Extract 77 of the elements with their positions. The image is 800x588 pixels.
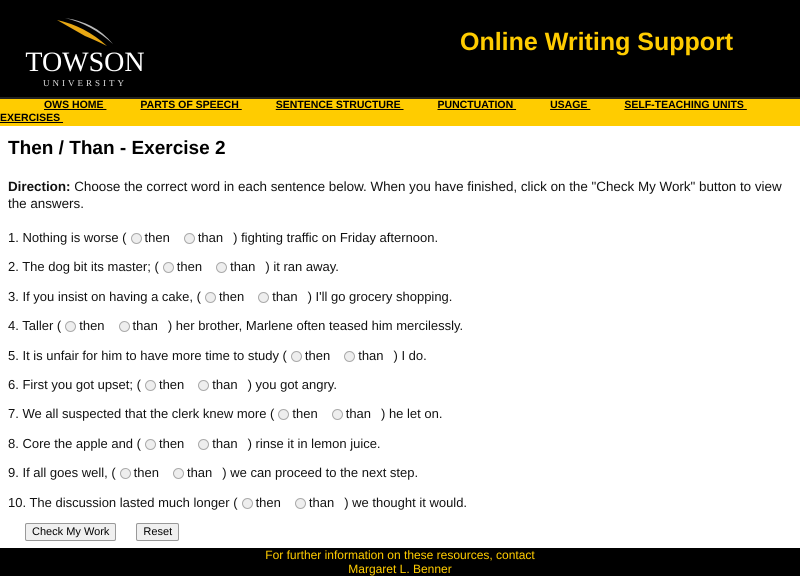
question-text: ) I'll go grocery shopping.	[308, 288, 452, 304]
form-button[interactable]: Check My Work	[25, 522, 116, 541]
radio-button[interactable]	[172, 468, 184, 480]
radio-button[interactable]	[278, 409, 290, 420]
question-text: 7. We all suspected that the clerk knew more (	[8, 406, 274, 422]
question-text: ) you got angry.	[248, 376, 337, 392]
nav-link[interactable]: PUNCTUATION	[438, 99, 516, 112]
nav-link[interactable]: SELF-TEACHING UNITS	[624, 99, 747, 112]
option-label: than	[230, 259, 256, 274]
option-label: than	[212, 376, 238, 392]
option-label: than	[198, 230, 224, 245]
option-label: then	[79, 318, 105, 334]
question-text: 4. Taller (	[8, 318, 62, 334]
question-text: ) her brother, Marlene often teased him mercilessly.	[168, 318, 464, 334]
option-label: then	[304, 348, 330, 363]
option-label: then	[158, 436, 184, 451]
question-text: ) we thought it would.	[344, 494, 468, 510]
radio-button[interactable]	[290, 350, 302, 362]
radio-button[interactable]	[332, 409, 343, 420]
option-label: than	[272, 288, 298, 304]
question-text: ) it ran away.	[265, 259, 339, 274]
question-text: ) he let on.	[381, 406, 442, 422]
radio-button[interactable]	[344, 350, 356, 362]
option-label: then	[134, 465, 159, 480]
radio-button[interactable]	[258, 292, 270, 303]
nav-link[interactable]: PARTS OF SPEECH	[140, 99, 242, 112]
logo-subtitle: UNIVERSITY	[43, 78, 127, 88]
direction-text: Direction: Choose the correct word in each sentence below. When you have finished, click on the "Check My Work" button to view the answers.	[8, 178, 783, 212]
option-label: then	[292, 406, 318, 422]
radio-button[interactable]	[162, 262, 174, 274]
radio-button[interactable]	[204, 292, 216, 303]
form-button[interactable]: Reset	[136, 522, 180, 541]
nav-link[interactable]: EXERCISES	[0, 112, 756, 125]
radio-button[interactable]	[216, 262, 228, 274]
site-title: Online Writing Support	[460, 28, 734, 57]
option-label: than	[186, 465, 212, 480]
question-text: ) fighting traffic on Friday afternoon.	[233, 230, 438, 245]
logo-name: TOWSON	[25, 48, 145, 78]
nav-link[interactable]: SENTENCE STRUCTURE	[276, 99, 404, 112]
radio-button[interactable]	[242, 498, 253, 509]
option-label: than	[212, 436, 238, 451]
question-text: 2. The dog bit its master; (	[8, 259, 159, 274]
radio-button[interactable]	[118, 321, 130, 332]
option-label: then	[256, 494, 281, 510]
option-label: then	[176, 259, 202, 274]
option-label: than	[308, 494, 334, 510]
option-label: than	[358, 348, 384, 363]
radio-button[interactable]	[198, 438, 210, 450]
swoosh-icon	[55, 18, 115, 48]
radio-button[interactable]	[65, 321, 76, 332]
radio-button[interactable]	[294, 498, 306, 509]
nav-link[interactable]: OWS HOME	[44, 99, 106, 112]
option-label: than	[346, 406, 372, 422]
radio-button[interactable]	[120, 468, 131, 480]
option-label: then	[144, 230, 170, 245]
question-text: 3. If you insist on having a cake, (	[8, 288, 201, 304]
radio-button[interactable]	[198, 380, 210, 391]
question-text: ) we can proceed to the next step.	[222, 465, 418, 480]
radio-button[interactable]	[144, 438, 156, 450]
question-text: 1. Nothing is worse (	[8, 230, 126, 245]
question-text: ) rinse it in lemon juice.	[248, 436, 381, 451]
question-text: 6. First you got upset; (	[8, 376, 141, 392]
radio-button[interactable]	[130, 233, 142, 244]
radio-button[interactable]	[144, 380, 156, 391]
page-title: Then / Than - Exercise 2	[8, 138, 227, 160]
question-text: 10. The discussion lasted much longer (	[8, 494, 238, 510]
option-label: then	[158, 376, 184, 392]
nav-link[interactable]: USAGE	[550, 99, 590, 112]
option-label: than	[132, 318, 158, 334]
footer-text: Margaret L. Benner	[348, 562, 452, 576]
question-text: 5. It is unfair for him to have more time to study (	[8, 348, 287, 363]
question-text: ) I do.	[394, 348, 427, 363]
radio-button[interactable]	[184, 233, 195, 244]
footer-text: For further information on these resources, contact	[265, 548, 535, 562]
question-text: 9. If all goes well, (	[8, 465, 116, 480]
question-text: 8. Core the apple and (	[8, 436, 141, 451]
option-label: then	[218, 288, 244, 304]
